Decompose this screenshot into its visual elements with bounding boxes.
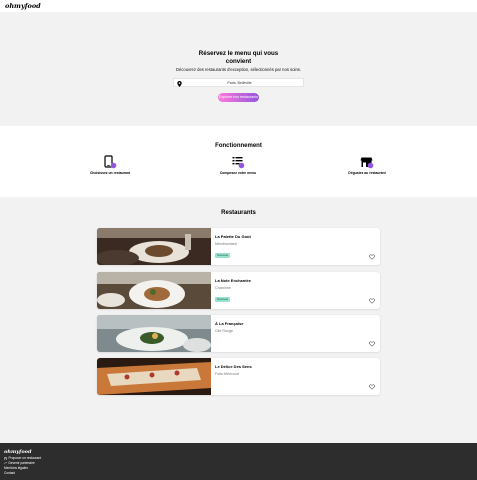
footer-link-label: Contact — [4, 471, 15, 475]
location-search-field[interactable]: Paris, Belleville — [173, 78, 304, 87]
restaurant-card[interactable]: La Palette Du Goût Ménilmontant Nouveau — [97, 228, 380, 265]
explore-button[interactable]: Explorer nos restaurants — [218, 93, 259, 102]
how-it-works-title: Fonctionnement — [215, 143, 262, 149]
site-footer: ohmyfood Proposer un restaurant Devenir … — [0, 443, 477, 480]
footer-link-label: Proposer un restaurant — [8, 456, 42, 460]
store-icon — [360, 157, 374, 169]
footer-link-label: Devenir partenaire — [8, 461, 35, 465]
step-label: Composez votre menu — [219, 171, 257, 175]
phone-icon — [104, 155, 117, 169]
heart-icon[interactable] — [369, 254, 375, 260]
step-label: Dégustez au restaurant — [348, 171, 386, 175]
logo[interactable]: ohmyfood — [5, 2, 41, 10]
cutlery-icon — [4, 456, 7, 460]
restaurant-photo — [97, 228, 211, 265]
restaurant-location: Cité Rouge — [215, 328, 233, 333]
site-header: ohmyfood — [0, 0, 477, 12]
step-compose-menu: Composez votre menu — [198, 155, 278, 175]
footer-link-label: Mentions légales — [4, 466, 28, 470]
restaurant-name: La Note Enchantée — [215, 278, 252, 283]
footer-link-partner[interactable]: Devenir partenaire — [4, 461, 35, 465]
restaurant-photo — [97, 272, 211, 309]
hero-section: Réservez le menu qui vous convient Décou… — [0, 12, 477, 126]
restaurant-photo — [97, 315, 211, 352]
step-enjoy-restaurant: Dégustez au restaurant — [327, 155, 407, 175]
restaurant-card[interactable]: La Note Enchantée Charonne Nouveau — [97, 272, 380, 309]
footer-link-legal[interactable]: Mentions légales — [4, 466, 28, 470]
hero-subtitle: Découvrez des restaurants d'exception, s… — [175, 67, 302, 72]
heart-icon[interactable] — [369, 298, 375, 304]
map-pin-icon — [177, 80, 182, 87]
restaurant-location: Charonne — [215, 285, 231, 290]
footer-link-contact[interactable]: Contact — [4, 471, 15, 475]
footer-link-propose[interactable]: Proposer un restaurant — [4, 456, 41, 460]
restaurant-location: Folie-Méricourt — [215, 371, 239, 376]
new-badge: Nouveau — [215, 297, 231, 302]
restaurant-name: À La Française — [215, 321, 244, 326]
heart-icon[interactable] — [369, 341, 375, 347]
new-badge: Nouveau — [215, 253, 231, 258]
heart-icon[interactable] — [369, 384, 375, 390]
restaurants-title: Restaurants — [221, 210, 256, 216]
handshake-icon — [4, 461, 7, 464]
step-label: Choisissez un restaurant — [89, 171, 131, 175]
restaurant-card[interactable]: À La Française Cité Rouge — [97, 315, 380, 352]
restaurant-name: La Palette Du Goût — [215, 234, 251, 239]
footer-logo: ohmyfood — [4, 449, 32, 455]
restaurants-section: Restaurants La Palette Du Goût Ménilmont… — [0, 197, 477, 443]
step-choose-restaurant: Choisissez un restaurant — [70, 155, 150, 175]
restaurant-photo — [97, 358, 211, 395]
restaurant-name: Le Délice Des Sens — [215, 364, 252, 369]
search-value: Paris, Belleville — [227, 80, 252, 85]
hero-title: Réservez le menu qui vous convient — [198, 50, 279, 65]
restaurant-location: Ménilmontant — [215, 241, 237, 246]
list-icon — [232, 157, 245, 169]
restaurant-card[interactable]: Le Délice Des Sens Folie-Méricourt — [97, 358, 380, 395]
